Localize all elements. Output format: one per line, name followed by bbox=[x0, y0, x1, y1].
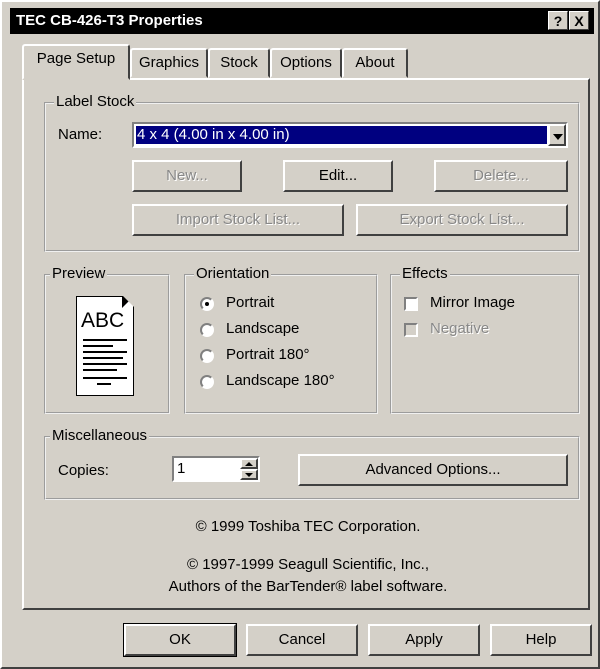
preview-line bbox=[83, 351, 127, 353]
chevron-down-icon bbox=[245, 473, 253, 477]
tab-panel: Label Stock Name: 4 x 4 (4.00 in x 4.00 … bbox=[22, 78, 590, 610]
tab-label: Graphics bbox=[138, 54, 200, 71]
spin-down-button[interactable] bbox=[240, 469, 258, 480]
preview-line bbox=[83, 345, 113, 347]
help-title-button[interactable]: ? bbox=[548, 11, 568, 30]
effects-group: Effects Mirror Image Negative bbox=[390, 265, 580, 414]
title-bar: TEC CB-426-T3 Properties ? X bbox=[10, 8, 594, 34]
stock-name-select[interactable]: 4 x 4 (4.00 in x 4.00 in) bbox=[132, 122, 568, 148]
negative-label: Negative bbox=[430, 320, 490, 337]
preview-line bbox=[97, 383, 111, 385]
orientation-legend: Orientation bbox=[194, 265, 272, 282]
preview-sample-text: ABC bbox=[81, 309, 125, 332]
landscape-180-label: Landscape 180° bbox=[226, 372, 335, 389]
chevron-down-icon bbox=[553, 134, 563, 140]
folded-corner-cut bbox=[123, 296, 134, 307]
portrait-180-label: Portrait 180° bbox=[226, 346, 310, 363]
preview-line bbox=[83, 357, 123, 359]
tab-label: Options bbox=[280, 54, 332, 71]
preview-line bbox=[83, 377, 127, 379]
radio-button[interactable] bbox=[200, 375, 214, 389]
radio-button[interactable] bbox=[200, 297, 214, 311]
cancel-button[interactable]: Cancel bbox=[246, 624, 358, 656]
edit-button[interactable]: Edit... bbox=[283, 160, 393, 192]
export-stock-list-button[interactable]: Export Stock List... bbox=[356, 204, 568, 236]
landscape-label: Landscape bbox=[226, 320, 300, 337]
effects-legend: Effects bbox=[400, 265, 450, 282]
ok-button[interactable]: OK bbox=[123, 623, 237, 657]
negative-checkbox[interactable]: Negative bbox=[404, 320, 574, 340]
preview-legend: Preview bbox=[50, 265, 108, 282]
portrait-label: Portrait bbox=[226, 294, 275, 311]
checkbox[interactable] bbox=[404, 297, 418, 311]
landscape-radio[interactable]: Landscape bbox=[200, 320, 370, 340]
copyright-toshiba: © 1999 Toshiba TEC Corporation. bbox=[195, 518, 421, 535]
apply-button[interactable]: Apply bbox=[368, 624, 480, 656]
bartender-credit: Authors of the BarTender® label software… bbox=[168, 578, 448, 595]
delete-button[interactable]: Delete... bbox=[434, 160, 568, 192]
import-stock-list-button[interactable]: Import Stock List... bbox=[132, 204, 344, 236]
copies-label: Copies: bbox=[58, 462, 109, 479]
name-label: Name: bbox=[58, 126, 103, 143]
tab-options[interactable]: Options bbox=[270, 48, 342, 78]
spin-up-button[interactable] bbox=[240, 458, 258, 469]
dropdown-button[interactable] bbox=[548, 124, 566, 146]
tab-label: About bbox=[355, 54, 395, 71]
portrait-radio[interactable]: Portrait bbox=[200, 294, 370, 314]
radio-button[interactable] bbox=[200, 323, 214, 337]
close-button[interactable]: X bbox=[569, 11, 589, 30]
preview-group: Preview ABC bbox=[44, 265, 170, 414]
preview-line bbox=[83, 369, 117, 371]
checkbox[interactable] bbox=[404, 323, 418, 337]
miscellaneous-legend: Miscellaneous bbox=[50, 427, 150, 444]
stock-name-value: 4 x 4 (4.00 in x 4.00 in) bbox=[136, 126, 547, 144]
orientation-group: Orientation Portrait Landscape Portrait … bbox=[184, 265, 378, 414]
help-button[interactable]: Help bbox=[490, 624, 592, 656]
advanced-options-button[interactable]: Advanced Options... bbox=[298, 454, 568, 486]
new-button[interactable]: New... bbox=[132, 160, 242, 192]
label-stock-legend: Label Stock bbox=[54, 93, 137, 110]
chevron-up-icon bbox=[245, 462, 253, 466]
mirror-image-label: Mirror Image bbox=[430, 294, 516, 311]
preview-line bbox=[83, 363, 127, 365]
tab-about[interactable]: About bbox=[342, 48, 408, 78]
tab-label: Stock bbox=[220, 54, 258, 71]
page-preview-icon: ABC bbox=[76, 296, 134, 396]
preview-line bbox=[83, 339, 127, 341]
copies-value: 1 bbox=[177, 460, 186, 477]
properties-dialog: TEC CB-426-T3 Properties ? X Page Setup … bbox=[0, 0, 600, 669]
window-title: TEC CB-426-T3 Properties bbox=[16, 12, 203, 29]
tab-label: Page Setup bbox=[36, 50, 116, 67]
copyright-seagull: © 1997-1999 Seagull Scientific, Inc., bbox=[186, 556, 430, 573]
miscellaneous-group: Miscellaneous Copies: 1 Advanced Options… bbox=[44, 427, 580, 500]
tab-graphics[interactable]: Graphics bbox=[130, 48, 208, 78]
portrait-180-radio[interactable]: Portrait 180° bbox=[200, 346, 370, 366]
radio-button[interactable] bbox=[200, 349, 214, 363]
tab-page-setup[interactable]: Page Setup bbox=[22, 44, 130, 80]
tab-stock[interactable]: Stock bbox=[208, 48, 270, 78]
label-stock-group: Label Stock Name: 4 x 4 (4.00 in x 4.00 … bbox=[44, 93, 580, 252]
copies-spinner[interactable]: 1 bbox=[172, 456, 260, 482]
mirror-image-checkbox[interactable]: Mirror Image bbox=[404, 294, 574, 314]
landscape-180-radio[interactable]: Landscape 180° bbox=[200, 372, 370, 392]
